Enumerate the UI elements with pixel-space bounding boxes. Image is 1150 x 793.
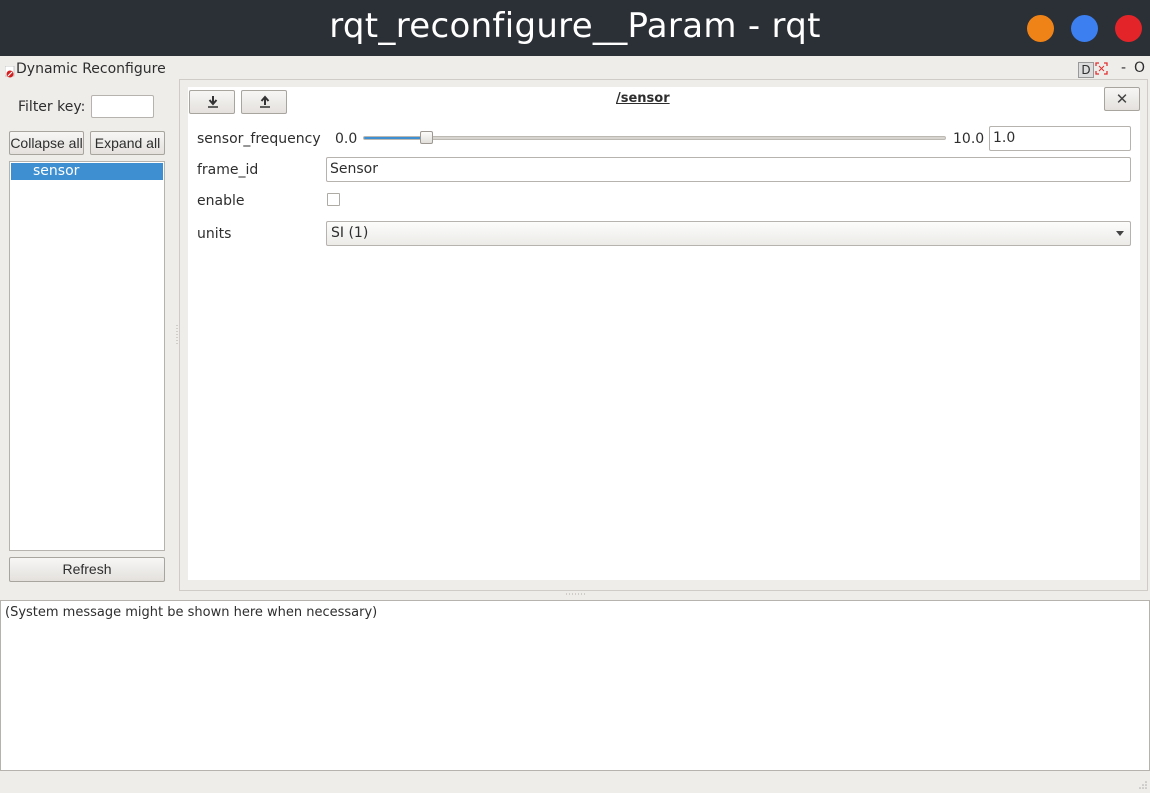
- param-label-frame-id: frame_id: [197, 162, 259, 178]
- refresh-button[interactable]: Refresh: [9, 557, 165, 582]
- slider-min-label: 0.0: [335, 131, 358, 147]
- frame-id-input[interactable]: Sensor: [326, 157, 1131, 182]
- system-message-area: [0, 600, 1150, 771]
- plugin-title: Dynamic Reconfigure: [16, 61, 166, 77]
- param-label-units: units: [197, 226, 232, 242]
- units-select[interactable]: SI (1): [326, 221, 1131, 246]
- minimize-window-button[interactable]: [1027, 15, 1054, 42]
- filter-key-input[interactable]: [91, 95, 154, 118]
- dock-close-button[interactable]: O: [1134, 60, 1145, 76]
- window-title: rqt_reconfigure__Param - rqt: [329, 6, 821, 46]
- slider-max-label: 10.0: [953, 131, 985, 147]
- vertical-splitter-handle[interactable]: [176, 325, 178, 345]
- download-icon: [208, 96, 218, 108]
- tree-item-label: sensor: [33, 163, 80, 179]
- node-tree[interactable]: sensor: [9, 161, 165, 551]
- collapse-all-button[interactable]: Collapse all: [9, 131, 84, 155]
- param-label-sensor-frequency: sensor_frequency: [197, 131, 321, 147]
- sensor-frequency-slider-handle[interactable]: [420, 131, 433, 144]
- dock-d-button[interactable]: D: [1078, 62, 1094, 78]
- load-params-button[interactable]: [189, 90, 235, 114]
- node-title: /sensor: [616, 91, 670, 106]
- close-window-button[interactable]: [1115, 15, 1142, 42]
- resize-grip-icon[interactable]: [1138, 780, 1148, 790]
- sensor-frequency-input[interactable]: 1.0: [989, 126, 1131, 151]
- horizontal-splitter-handle[interactable]: [566, 593, 586, 595]
- param-label-enable: enable: [197, 193, 245, 209]
- sensor-frequency-slider-fill: [364, 137, 428, 139]
- system-message-text: (System message might be shown here when…: [5, 605, 378, 620]
- maximize-window-button[interactable]: [1071, 15, 1098, 42]
- dock-minimize-button[interactable]: -: [1121, 60, 1126, 76]
- save-params-button[interactable]: [241, 90, 287, 114]
- dynamic-reconfigure-icon: [5, 66, 15, 78]
- window-titlebar: rqt_reconfigure__Param - rqt: [0, 0, 1150, 56]
- float-icon[interactable]: [1095, 62, 1108, 75]
- chevron-down-icon: [1116, 231, 1124, 236]
- close-node-button[interactable]: ✕: [1104, 87, 1140, 111]
- expand-all-button[interactable]: Expand all: [90, 131, 165, 155]
- filter-key-label: Filter key:: [18, 99, 86, 115]
- sensor-frequency-slider-track[interactable]: [363, 136, 946, 140]
- enable-checkbox[interactable]: [327, 193, 340, 206]
- upload-icon: [260, 95, 270, 108]
- tree-item-sensor[interactable]: sensor: [11, 163, 163, 180]
